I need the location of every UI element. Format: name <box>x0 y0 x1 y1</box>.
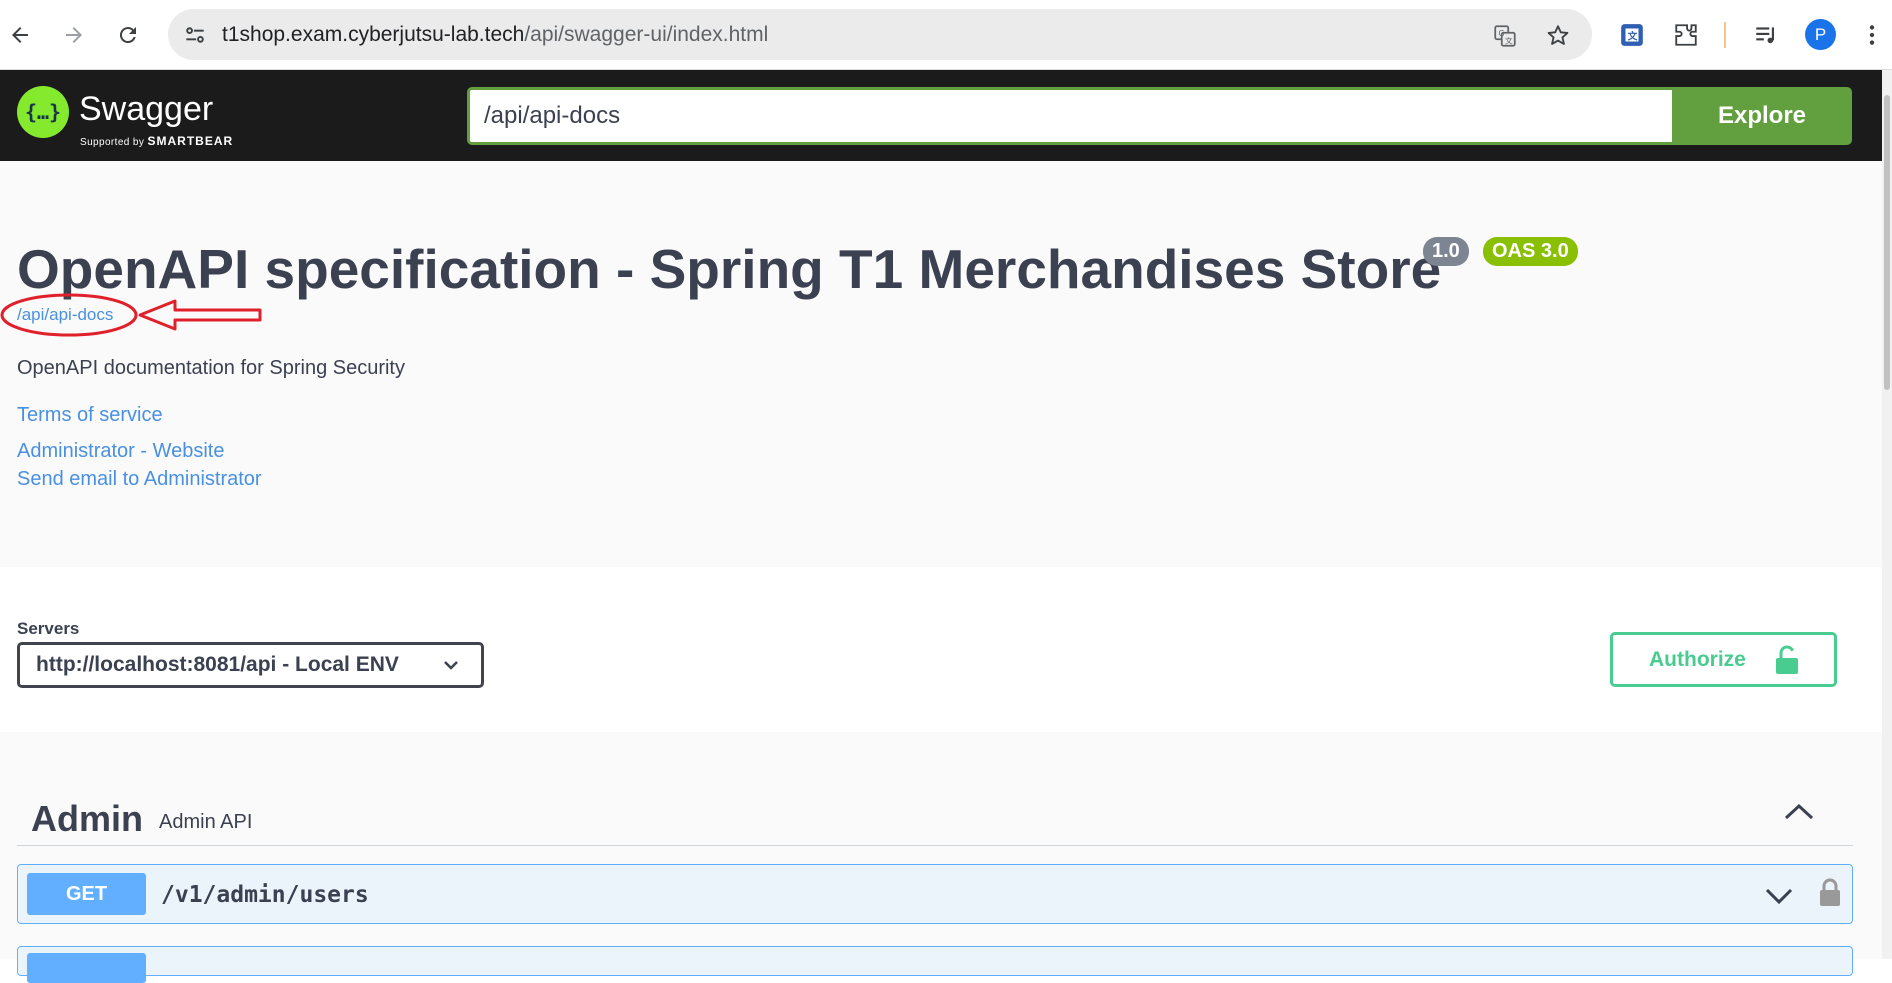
url-path: /api/swagger-ui/index.html <box>524 23 769 46</box>
unlock-icon <box>1776 645 1798 674</box>
svg-text:文: 文 <box>1505 36 1513 46</box>
media-control-icon[interactable] <box>1751 20 1781 50</box>
browser-toolbar: t1shop.exam.cyberjutsu-lab.tech/api/swag… <box>0 0 1892 70</box>
authorize-label: Authorize <box>1649 647 1746 671</box>
servers-select[interactable]: http://localhost:8081/api - Local ENV <box>17 642 484 688</box>
api-title: OpenAPI specification - Spring T1 Mercha… <box>17 238 1442 300</box>
http-method-badge: GET <box>27 873 146 915</box>
svg-text:文: 文 <box>1628 29 1638 42</box>
contact-email-link[interactable]: Send email to Administrator <box>17 468 262 491</box>
servers-selected-value: http://localhost:8081/api - Local ENV <box>36 653 399 676</box>
back-button[interactable] <box>2 17 38 53</box>
servers-label: Servers <box>17 619 80 638</box>
url-host: t1shop.exam.cyberjutsu-lab.tech <box>222 23 525 46</box>
chevron-down-icon[interactable] <box>1764 885 1794 907</box>
tag-name: Admin <box>31 798 143 839</box>
lock-icon[interactable] <box>1819 877 1841 907</box>
profile-avatar[interactable]: P <box>1805 19 1836 50</box>
contact-website-link[interactable]: Administrator - Website <box>17 440 224 463</box>
extensions-puzzle-icon[interactable] <box>1671 20 1701 50</box>
operation-path: /v1/admin/users <box>161 882 369 908</box>
version-badge: 1.0 <box>1423 237 1469 266</box>
swagger-logo-subtitle: Supported by SMARTBEAR <box>80 134 233 148</box>
chevron-up-icon[interactable] <box>1782 800 1816 824</box>
arrow-right-icon <box>66 27 82 43</box>
explore-button[interactable]: Explore <box>1672 87 1852 145</box>
swagger-topbar: {…} Swagger Supported by SMARTBEAR /api/… <box>0 70 1882 161</box>
logo-supported-text: Supported by <box>80 137 145 148</box>
terms-of-service-link[interactable]: Terms of service <box>17 404 163 427</box>
browser-menu-icon[interactable] <box>1862 20 1882 50</box>
api-description: OpenAPI documentation for Spring Securit… <box>17 357 405 379</box>
svg-text:G: G <box>1499 29 1505 38</box>
swagger-logo-text[interactable]: Swagger <box>79 90 213 129</box>
arrow-left-icon <box>12 27 28 43</box>
operations-section: Admin Admin API GET /v1/admin/users <box>0 732 1882 983</box>
forward-button[interactable] <box>56 17 92 53</box>
authorize-button[interactable]: Authorize <box>1610 632 1837 687</box>
site-settings-icon[interactable] <box>182 22 208 48</box>
servers-section: Servers http://localhost:8081/api - Loca… <box>0 567 1882 732</box>
chevron-down-icon <box>444 661 458 670</box>
tag-header-admin[interactable]: Admin Admin API <box>17 782 1853 846</box>
spec-url-link[interactable]: /api/api-docs <box>17 305 113 325</box>
operation-get-admin-users[interactable]: GET /v1/admin/users <box>17 864 1853 924</box>
info-section: OpenAPI specification - Spring T1 Mercha… <box>0 161 1882 567</box>
swagger-logo-icon[interactable]: {…} <box>17 86 69 138</box>
oas-badge: OAS 3.0 <box>1483 237 1578 266</box>
extension-translate-icon[interactable]: 文 <box>1617 20 1647 50</box>
spec-url-input[interactable]: /api/api-docs <box>467 87 1673 145</box>
logo-brand-text: SMARTBEAR <box>147 134 234 148</box>
tag-description: Admin API <box>159 811 253 833</box>
http-method-badge-partial <box>27 953 146 983</box>
address-bar[interactable]: t1shop.exam.cyberjutsu-lab.tech/api/swag… <box>168 9 1592 60</box>
translate-icon[interactable]: G文 <box>1490 21 1520 51</box>
toolbar-divider <box>1724 22 1726 48</box>
reload-icon <box>119 27 136 44</box>
reload-button[interactable] <box>110 17 146 53</box>
operation-next-partial[interactable] <box>17 946 1853 983</box>
bookmark-star-icon[interactable] <box>1543 21 1573 51</box>
scrollbar-thumb[interactable] <box>1884 95 1890 390</box>
url-text: t1shop.exam.cyberjutsu-lab.tech/api/swag… <box>222 23 768 47</box>
